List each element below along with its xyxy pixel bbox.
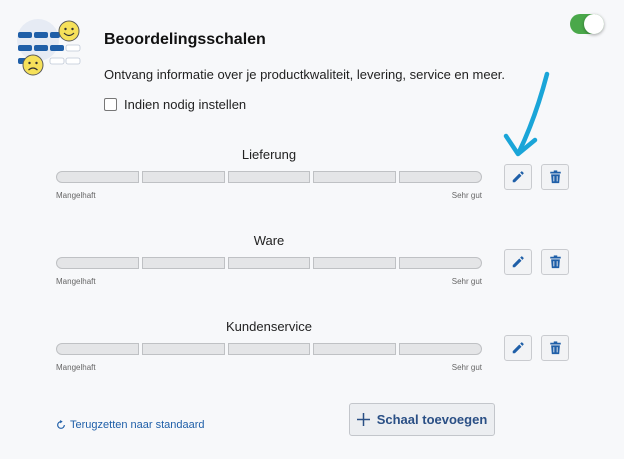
page-title: Beoordelingsschalen: [104, 31, 266, 48]
scale-segment-2[interactable]: [141, 171, 225, 183]
refresh-icon: [57, 420, 65, 429]
scale-segments: [56, 257, 482, 269]
edit-scale-button-ware[interactable]: [504, 249, 532, 275]
delete-scale-button-kundenservice[interactable]: [541, 335, 569, 361]
edit-scale-button-lieferung[interactable]: [504, 164, 532, 190]
add-scale-label: Schaal toevoegen: [376, 412, 488, 427]
add-scale-button[interactable]: Schaal toevoegen: [349, 403, 495, 436]
delete-scale-button-ware[interactable]: [541, 249, 569, 275]
scale-high-label: Sehr gut: [451, 191, 482, 200]
setup-if-needed-checkbox[interactable]: [104, 98, 117, 111]
scale-segment-1[interactable]: [56, 343, 139, 355]
trash-icon: [549, 170, 561, 184]
scale-segment-4[interactable]: [313, 343, 397, 355]
scale-high-label: Sehr gut: [451, 277, 482, 286]
scale-segment-2[interactable]: [141, 343, 225, 355]
reset-to-default-label: Terugzetten naar standaard: [70, 419, 205, 431]
scale-segment-5[interactable]: [399, 257, 482, 269]
trash-icon: [549, 341, 561, 355]
scale-segment-2[interactable]: [141, 257, 225, 269]
pencil-icon: [512, 171, 524, 183]
scale-low-label: Mangelhaft: [56, 363, 96, 372]
setup-if-needed-checkbox-row[interactable]: Indien nodig instellen: [104, 97, 246, 112]
setup-if-needed-label: Indien nodig instellen: [124, 97, 247, 112]
scale-kundenservice: Kundenservice Mangelhaft Sehr gut: [56, 319, 482, 379]
scale-segment-1[interactable]: [56, 257, 139, 269]
toggle-knob: [584, 14, 604, 34]
scale-segment-3[interactable]: [227, 171, 311, 183]
enable-toggle[interactable]: [570, 14, 604, 34]
scale-lieferung: Lieferung Mangelhaft Sehr gut: [56, 147, 482, 207]
rating-scales-logo-icon: [17, 19, 81, 76]
edit-scale-button-kundenservice[interactable]: [504, 335, 532, 361]
annotation-arrow-icon: [503, 71, 550, 157]
scale-segment-1[interactable]: [56, 171, 139, 183]
scale-high-label: Sehr gut: [451, 363, 482, 372]
scale-ware: Ware Mangelhaft Sehr gut: [56, 233, 482, 293]
pencil-icon: [512, 256, 524, 268]
scale-segment-5[interactable]: [399, 171, 482, 183]
pencil-icon: [512, 342, 524, 354]
reset-to-default-link[interactable]: Terugzetten naar standaard: [56, 419, 205, 431]
scale-name: Lieferung: [241, 147, 297, 162]
scale-segment-3[interactable]: [227, 257, 311, 269]
plus-icon: [356, 413, 370, 426]
scale-name: Kundenservice: [226, 319, 312, 334]
scale-name: Ware: [253, 233, 285, 248]
scale-segment-4[interactable]: [313, 171, 397, 183]
scale-segment-5[interactable]: [399, 343, 482, 355]
scale-low-label: Mangelhaft: [56, 277, 96, 286]
scale-segment-4[interactable]: [313, 257, 397, 269]
page-description: Ontvang informatie over je productkwalit…: [104, 67, 506, 82]
trash-icon: [549, 255, 561, 269]
scale-segments: [56, 171, 482, 183]
scale-low-label: Mangelhaft: [56, 191, 96, 200]
scale-segments: [56, 343, 482, 355]
delete-scale-button-lieferung[interactable]: [541, 164, 569, 190]
scale-segment-3[interactable]: [227, 343, 311, 355]
